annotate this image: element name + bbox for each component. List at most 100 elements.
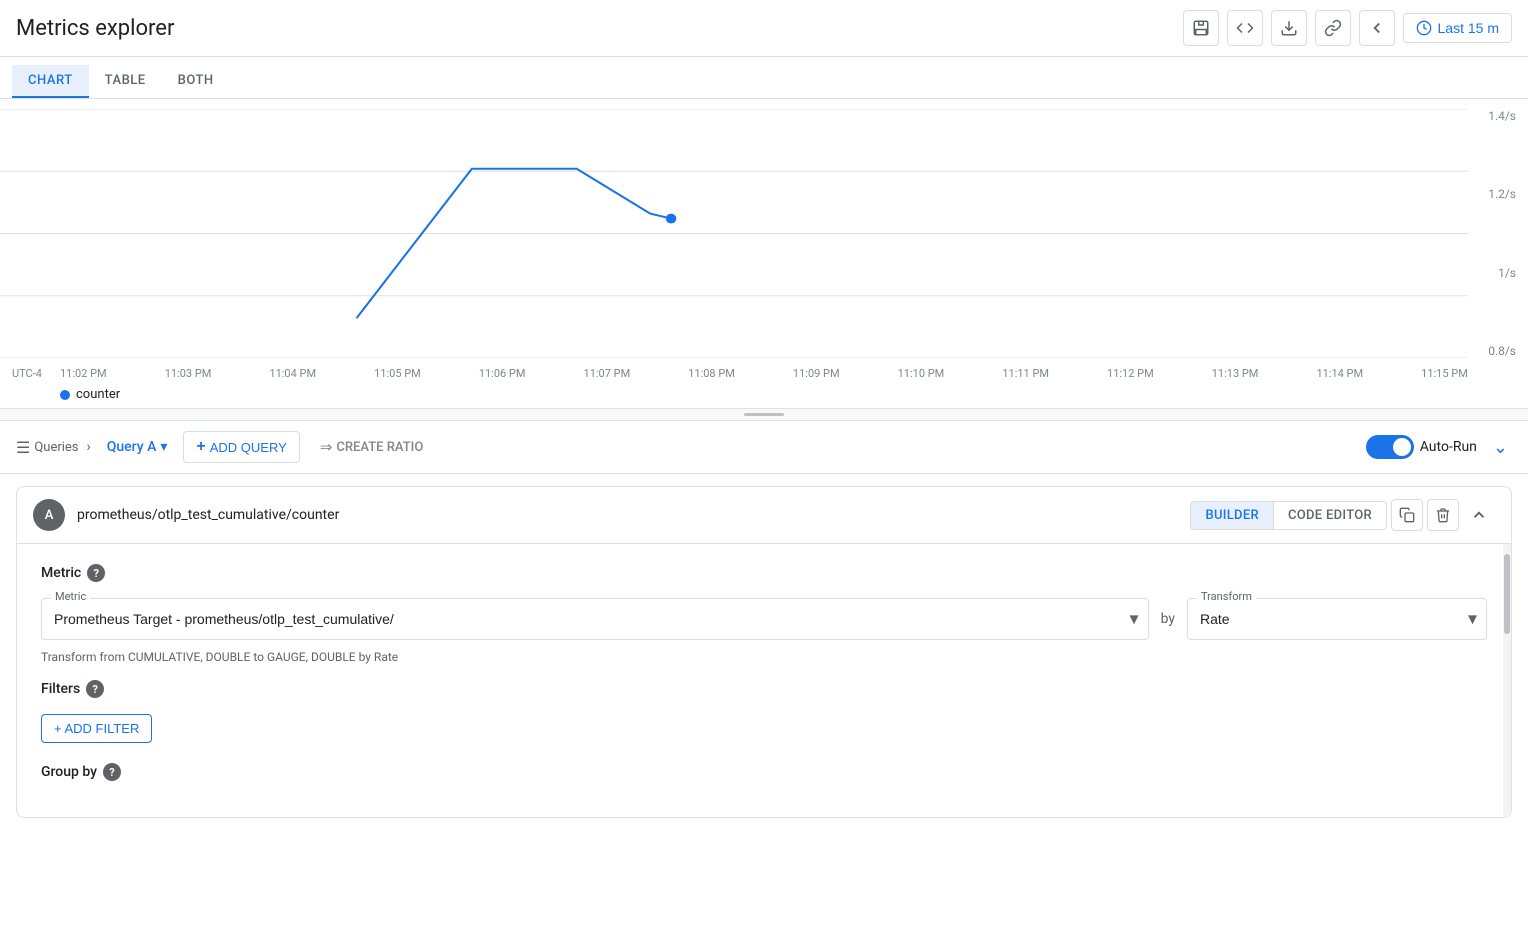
query-panel-header: A prometheus/otlp_test_cumulative/counte… bbox=[17, 487, 1511, 544]
chart-y-axis: 1.4/s 1.2/s 1/s 0.8/s bbox=[1488, 109, 1516, 358]
add-query-label: ADD QUERY bbox=[210, 440, 287, 455]
filters-section-label: Filters bbox=[41, 681, 80, 697]
code-editor-tab[interactable]: CODE EDITOR bbox=[1273, 502, 1386, 529]
metric-section-label: Metric bbox=[41, 565, 81, 581]
y-label-3: 1/s bbox=[1498, 266, 1516, 280]
x-label-2: 11:04 PM bbox=[269, 367, 316, 380]
panel-scrollbar[interactable] bbox=[1503, 544, 1511, 817]
auto-run-label: Auto-Run bbox=[1420, 439, 1477, 455]
duplicate-query-button[interactable] bbox=[1391, 499, 1423, 531]
back-button[interactable] bbox=[1359, 10, 1395, 46]
queries-label: Queries bbox=[34, 440, 78, 455]
filters-section-header: Filters ? bbox=[41, 680, 1487, 698]
builder-tab[interactable]: BUILDER bbox=[1191, 502, 1273, 529]
resize-handle[interactable] bbox=[0, 409, 1528, 421]
queries-nav[interactable]: ☰ Queries bbox=[16, 438, 79, 457]
save-icon bbox=[1192, 19, 1210, 37]
by-label: by bbox=[1161, 611, 1175, 627]
query-bar: ☰ Queries › Query A ▾ + ADD QUERY ⇒ CREA… bbox=[0, 421, 1528, 474]
transform-select[interactable]: Rate bbox=[1187, 598, 1487, 640]
add-filter-button[interactable]: + ADD FILTER bbox=[41, 714, 152, 743]
code-icon bbox=[1236, 19, 1254, 37]
metric-select[interactable]: Prometheus Target - prometheus/otlp_test… bbox=[41, 598, 1149, 640]
x-label-0: 11:02 PM bbox=[60, 367, 107, 380]
collapse-panel-button[interactable] bbox=[1463, 499, 1495, 531]
builder-code-tabs: BUILDER CODE EDITOR bbox=[1190, 501, 1387, 530]
chart-svg-container bbox=[0, 109, 1468, 358]
transform-field-label: Transform bbox=[1197, 590, 1256, 603]
save-dashboard-button[interactable] bbox=[1183, 10, 1219, 46]
link-icon bbox=[1324, 19, 1342, 37]
x-label-7: 11:09 PM bbox=[793, 367, 840, 380]
transform-hint: Transform from CUMULATIVE, DOUBLE to GAU… bbox=[41, 650, 1487, 664]
x-label-9: 11:11 PM bbox=[1002, 367, 1049, 380]
chart-tab-bar: CHART TABLE BOTH bbox=[0, 57, 1528, 99]
auto-run-toggle[interactable]: ✓ bbox=[1366, 435, 1414, 459]
group-by-section-header: Group by ? bbox=[41, 763, 1487, 781]
query-panel-actions: BUILDER CODE EDITOR bbox=[1190, 499, 1495, 531]
y-label-1: 1.4/s bbox=[1488, 109, 1516, 123]
create-ratio-label: CREATE RATIO bbox=[336, 440, 423, 455]
x-label-1: 11:03 PM bbox=[165, 367, 212, 380]
metric-row: Metric Prometheus Target - prometheus/ot… bbox=[41, 598, 1487, 640]
x-label-3: 11:05 PM bbox=[374, 367, 421, 380]
add-filter-label: + ADD FILTER bbox=[54, 721, 139, 736]
x-label-4: 11:06 PM bbox=[479, 367, 526, 380]
group-by-label: Group by bbox=[41, 764, 97, 780]
chart-legend: counter bbox=[60, 387, 120, 402]
metric-section-header: Metric ? bbox=[41, 564, 1487, 582]
hamburger-icon: ☰ bbox=[16, 438, 30, 457]
create-ratio-button[interactable]: ⇒ CREATE RATIO bbox=[308, 432, 435, 462]
panel-scrollbar-thumb bbox=[1504, 554, 1510, 634]
download-icon bbox=[1280, 19, 1298, 37]
download-button[interactable] bbox=[1271, 10, 1307, 46]
query-selector[interactable]: Query A ▾ bbox=[99, 435, 176, 459]
filters-section: Filters ? + ADD FILTER bbox=[41, 680, 1487, 743]
copy-icon bbox=[1399, 507, 1415, 523]
toggle-check-icon: ✓ bbox=[1397, 440, 1408, 455]
time-range-button[interactable]: Last 15 m bbox=[1403, 13, 1512, 43]
time-range-label: Last 15 m bbox=[1438, 20, 1499, 36]
add-query-button[interactable]: + ADD QUERY bbox=[183, 431, 299, 463]
x-label-5: 11:07 PM bbox=[584, 367, 631, 380]
query-panel-body: Metric ? Metric Prometheus Target - prom… bbox=[17, 544, 1511, 817]
ratio-icon: ⇒ bbox=[320, 438, 333, 456]
x-label-13: 11:15 PM bbox=[1421, 367, 1468, 380]
x-label-10: 11:12 PM bbox=[1107, 367, 1154, 380]
metric-field-label: Metric bbox=[51, 590, 90, 603]
query-avatar: A bbox=[33, 499, 65, 531]
link-button[interactable] bbox=[1315, 10, 1351, 46]
breadcrumb-chevron: › bbox=[87, 439, 91, 455]
tab-table[interactable]: TABLE bbox=[89, 65, 162, 98]
y-label-2: 1.2/s bbox=[1488, 187, 1516, 201]
transform-select-wrapper: Transform Rate ▾ bbox=[1187, 598, 1487, 640]
resize-bar bbox=[744, 413, 784, 416]
query-bar-right: ✓ Auto-Run ⌄ bbox=[1366, 433, 1512, 462]
page-title: Metrics explorer bbox=[16, 16, 174, 41]
header: Metrics explorer Last 15 m bbox=[0, 0, 1528, 57]
tab-both[interactable]: BOTH bbox=[162, 65, 230, 98]
query-panel: A prometheus/otlp_test_cumulative/counte… bbox=[16, 486, 1512, 818]
header-actions: Last 15 m bbox=[1183, 10, 1512, 46]
trash-icon bbox=[1435, 507, 1451, 523]
group-by-section: Group by ? bbox=[41, 763, 1487, 781]
legend-label: counter bbox=[76, 387, 120, 402]
metric-help-icon[interactable]: ? bbox=[87, 564, 105, 582]
toggle-slider: ✓ bbox=[1366, 435, 1414, 459]
y-label-4: 0.8/s bbox=[1488, 344, 1516, 358]
query-name: Query A bbox=[107, 439, 157, 455]
delete-query-button[interactable] bbox=[1427, 499, 1459, 531]
chart-x-axis: 11:02 PM 11:03 PM 11:04 PM 11:05 PM 11:0… bbox=[60, 367, 1468, 380]
chart-area: 1.4/s 1.2/s 1/s 0.8/s UTC-4 11:02 PM 11:… bbox=[0, 99, 1528, 409]
code-button[interactable] bbox=[1227, 10, 1263, 46]
x-label-6: 11:08 PM bbox=[688, 367, 735, 380]
tab-chart[interactable]: CHART bbox=[12, 65, 89, 98]
query-path: prometheus/otlp_test_cumulative/counter bbox=[77, 507, 1178, 523]
collapse-queries-button[interactable]: ⌄ bbox=[1489, 433, 1512, 462]
filters-help-icon[interactable]: ? bbox=[86, 680, 104, 698]
timezone-label: UTC-4 bbox=[12, 367, 42, 380]
metric-select-wrapper: Metric Prometheus Target - prometheus/ot… bbox=[41, 598, 1149, 640]
add-icon: + bbox=[196, 438, 205, 456]
chevron-left-icon bbox=[1368, 19, 1386, 37]
group-by-help-icon[interactable]: ? bbox=[103, 763, 121, 781]
